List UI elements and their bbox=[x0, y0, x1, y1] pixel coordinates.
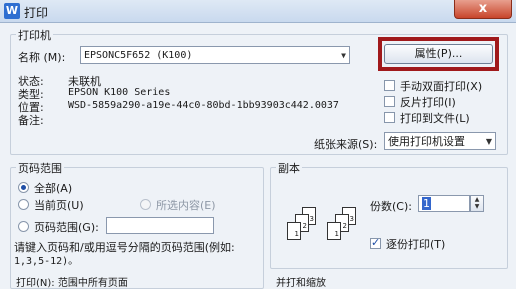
all-pages-label: 全部(A) bbox=[34, 182, 73, 195]
page-icon: 1 bbox=[287, 222, 301, 240]
duplex-label: 手动双面打印(X) bbox=[400, 80, 483, 93]
selection-label: 所选内容(E) bbox=[156, 199, 216, 212]
title-bar bbox=[0, 0, 516, 23]
paper-source-label: 纸张来源(S): bbox=[314, 138, 378, 151]
print-scope-partial-label: 打印(N): 范围中所有页面 bbox=[16, 278, 128, 289]
printer-name-select[interactable]: EPSONC5F652 (K100) ▼ bbox=[80, 46, 350, 64]
page-icon: 1 bbox=[327, 222, 341, 240]
wps-app-icon: W bbox=[4, 3, 20, 19]
selection-radio[interactable] bbox=[140, 199, 151, 210]
location-value: WSD-5859a290-a19e-44c0-80bd-1bb93903c442… bbox=[68, 100, 339, 111]
close-button[interactable]: x bbox=[454, 0, 512, 19]
print-to-file-checkbox[interactable] bbox=[384, 112, 395, 123]
printer-name-label: 名称 (M): bbox=[18, 51, 66, 64]
type-value: EPSON K100 Series bbox=[68, 87, 171, 98]
copies-input[interactable]: 1 bbox=[418, 195, 470, 212]
copies-spinner[interactable]: ▲ ▼ bbox=[470, 195, 484, 212]
printer-group-title: 打印机 bbox=[16, 27, 53, 43]
all-pages-radio[interactable] bbox=[18, 182, 29, 193]
window-title: 打印 bbox=[24, 6, 49, 20]
duplex-checkbox[interactable] bbox=[384, 80, 395, 91]
current-page-label: 当前页(U) bbox=[34, 199, 84, 212]
paper-source-select[interactable]: 使用打印机设置 ▼ bbox=[384, 132, 496, 150]
printer-name-value: EPSONC5F652 (K100) bbox=[84, 50, 193, 61]
paper-source-value: 使用打印机设置 bbox=[388, 135, 465, 148]
page-range-input[interactable] bbox=[106, 217, 214, 234]
comment-label: 备注: bbox=[18, 114, 44, 127]
collate-label: 逐份打印(T) bbox=[386, 238, 446, 251]
collate-checkbox[interactable] bbox=[370, 236, 381, 249]
page-range-hint-line2: 1,3,5-12)。 bbox=[14, 256, 79, 267]
reverse-checkbox[interactable] bbox=[384, 96, 395, 107]
copies-title: 副本 bbox=[276, 160, 302, 176]
chevron-down-icon: ▼ bbox=[341, 51, 346, 60]
page-range-label: 页码范围(G): bbox=[34, 221, 99, 234]
chevron-down-icon: ▼ bbox=[485, 137, 492, 146]
current-page-radio[interactable] bbox=[18, 199, 29, 210]
page-range-title: 页码范围 bbox=[16, 160, 64, 176]
print-to-file-label: 打印到文件(L) bbox=[400, 112, 470, 125]
reverse-label: 反片打印(I) bbox=[400, 96, 456, 109]
annotation-highlight-box bbox=[378, 37, 499, 71]
page-range-radio[interactable] bbox=[18, 221, 29, 232]
copies-label: 份数(C): bbox=[370, 200, 412, 213]
zoom-group-partial-title: 并打和缩放 bbox=[276, 278, 326, 289]
copies-input-value: 1 bbox=[422, 197, 431, 210]
